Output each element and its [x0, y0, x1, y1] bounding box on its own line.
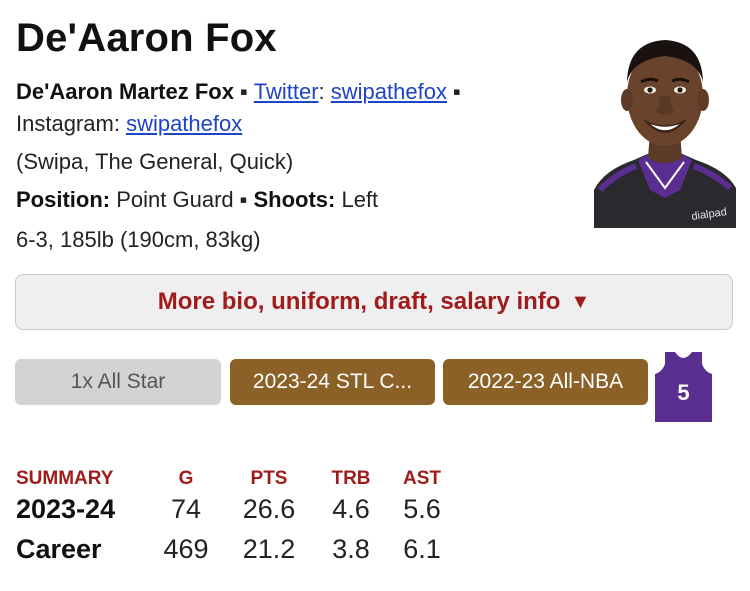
jersey-icon[interactable]: 5: [655, 350, 712, 422]
badge-stl-champ[interactable]: 2023-24 STL C...: [230, 359, 435, 405]
cell-trb: 4.6: [332, 494, 370, 524]
separator: ▪: [239, 79, 248, 104]
player-headshot: dialpad: [594, 20, 736, 228]
position-line: Position: Point Guard ▪ Shoots: Left: [16, 187, 378, 213]
badge-all-nba[interactable]: 2022-23 All-NBA: [443, 359, 648, 405]
header-pts: PTS: [250, 468, 288, 489]
position-label: Position:: [16, 187, 111, 212]
nicknames: (Swipa, The General, Quick): [16, 149, 294, 174]
cell-trb: 3.8: [332, 534, 370, 564]
instagram-line: Instagram: swipathefox: [16, 111, 243, 136]
header-ast: AST: [403, 468, 441, 489]
cell-g: 469: [163, 534, 209, 564]
twitter-handle-link[interactable]: swipathefox: [331, 79, 447, 104]
chevron-down-icon: ▼: [570, 290, 591, 313]
cell-pts: 21.2: [242, 534, 296, 564]
shoots-label: Shoots:: [253, 187, 336, 212]
twitter-link[interactable]: Twitter: [254, 79, 319, 104]
separator: ▪: [452, 79, 461, 104]
header-trb: TRB: [331, 468, 371, 489]
instagram-handle-link[interactable]: swipathefox: [126, 111, 242, 136]
full-name: De'Aaron Martez Fox: [16, 79, 234, 104]
position-value: Point Guard: [116, 187, 234, 212]
cell-ast: 5.6: [403, 494, 441, 524]
more-bio-label: More bio, uniform, draft, salary info: [157, 288, 561, 315]
header-summary: SUMMARY: [16, 468, 114, 489]
instagram-label: Instagram: [16, 111, 114, 136]
jersey-number: 5: [677, 380, 690, 405]
separator: ▪: [239, 187, 248, 212]
row-label: 2023-24: [16, 494, 116, 524]
full-name-line: De'Aaron Martez Fox ▪ Twitter: swipathefox…: [16, 79, 461, 104]
cell-g: 74: [170, 494, 202, 524]
row-label: Career: [16, 534, 102, 564]
more-bio-button[interactable]: More bio, uniform, draft, salary info ▼: [15, 274, 733, 330]
page-title: De'Aaron Fox: [16, 16, 277, 60]
player-page: De'Aaron Fox De'Aaron Martez Fox ▪ Twitter…: [0, 0, 750, 591]
height-weight: 6-3, 185lb (190cm, 83kg): [16, 227, 261, 252]
cell-ast: 6.1: [403, 534, 441, 564]
header-g: G: [178, 468, 194, 489]
cell-pts: 26.6: [242, 494, 296, 524]
shoots-value: Left: [341, 187, 379, 212]
badge-all-star[interactable]: 1x All Star: [15, 359, 221, 405]
